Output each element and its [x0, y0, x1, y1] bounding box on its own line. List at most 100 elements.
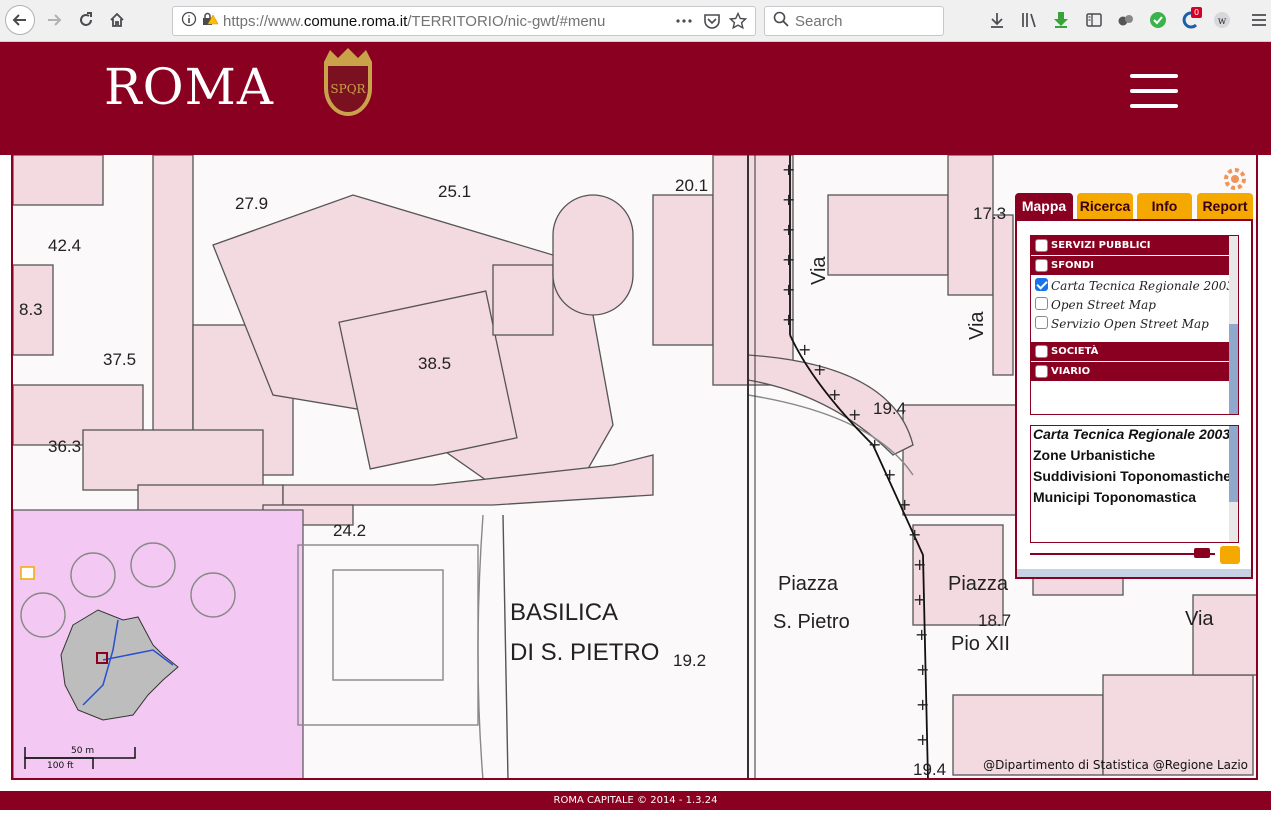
- layer-group-label: SFONDI: [1051, 260, 1094, 271]
- pocket-icon[interactable]: [703, 12, 721, 34]
- map-label-via-2: Via: [966, 311, 988, 340]
- map-label-via-1: Via: [808, 256, 830, 285]
- elevation-label: 36.3: [48, 437, 81, 456]
- svg-text:+: +: [908, 525, 921, 544]
- layer-group-viario[interactable]: VIARIO: [1031, 362, 1238, 381]
- layer-group-checkbox[interactable]: [1035, 259, 1048, 272]
- elevation-label: 42.4: [48, 236, 81, 255]
- svg-text:+: +: [782, 190, 795, 209]
- green-download-icon[interactable]: [1051, 10, 1071, 30]
- layer-checkbox-checked[interactable]: [1035, 278, 1048, 291]
- map-label-piazza-2: Piazza: [948, 573, 1009, 595]
- layer-item-label: Carta Tecnica Regionale 2003: [1051, 279, 1235, 293]
- active-layer-item[interactable]: Municipi Toponomastica: [1031, 489, 1238, 506]
- svg-text:+: +: [848, 405, 861, 424]
- elevation-label: 38.5: [418, 354, 451, 373]
- map-label-basilica-2: DI S. PIETRO: [510, 639, 659, 666]
- elevation-label: 19.2: [673, 651, 706, 670]
- elevation-label: 19.4: [913, 760, 946, 779]
- svg-text:+: +: [782, 280, 795, 299]
- layer-group-servizi-pubblici[interactable]: SERVIZI PUBBLICI: [1031, 236, 1238, 255]
- tab-info[interactable]: Info: [1137, 193, 1192, 219]
- bookmark-star-icon[interactable]: [728, 11, 748, 34]
- back-button[interactable]: [5, 5, 35, 35]
- url-text[interactable]: https://www.comune.roma.it/TERRITORIO/ni…: [223, 13, 605, 30]
- elevation-label: 24.2: [333, 521, 366, 540]
- library-icon[interactable]: [1019, 10, 1039, 30]
- menu-icon[interactable]: [1249, 10, 1269, 30]
- opacity-slider[interactable]: [1030, 548, 1215, 558]
- active-layer-item[interactable]: Zone Urbanistiche: [1031, 447, 1238, 464]
- wikipedia-icon[interactable]: w: [1212, 10, 1232, 30]
- layer-checkbox[interactable]: [1035, 297, 1048, 310]
- opacity-slider-knob[interactable]: [1194, 548, 1210, 558]
- layer-group-sfondi[interactable]: SFONDI: [1031, 256, 1238, 275]
- panel-action-icon[interactable]: [1220, 546, 1240, 564]
- svg-text:+: +: [828, 385, 841, 404]
- layer-group-societa[interactable]: SOCIETÀ: [1031, 342, 1238, 361]
- svg-text:+: +: [782, 160, 795, 179]
- page-actions-icon[interactable]: [675, 12, 693, 34]
- extension-circles-icon[interactable]: [1116, 10, 1136, 30]
- map-label-via-3: Via: [1185, 608, 1214, 630]
- home-button[interactable]: [103, 6, 131, 34]
- layer-control-panel: Mappa Ricerca Info Report SERVIZI PUBBLI…: [1015, 193, 1253, 579]
- roma-logo[interactable]: ROMA: [104, 58, 274, 116]
- url-prefix: https://www.: [223, 12, 304, 30]
- svg-text:+: +: [915, 625, 928, 644]
- elevation-label: 19.4: [873, 399, 906, 418]
- map-label-piazza-2b: Pio XII: [951, 633, 1010, 655]
- url-path: /TERRITORIO/nic-gwt/#menu: [407, 12, 606, 30]
- svg-text:+: +: [782, 220, 795, 239]
- site-menu-button[interactable]: [1130, 74, 1178, 108]
- green-check-icon[interactable]: [1148, 10, 1168, 30]
- layer-tree: SERVIZI PUBBLICI SFONDI Carta Tecnica Re…: [1030, 235, 1239, 415]
- layer-item-open-street-map[interactable]: Open Street Map: [1031, 297, 1238, 313]
- layer-group-checkbox[interactable]: [1035, 345, 1048, 358]
- notification-badge: 0: [1191, 7, 1203, 18]
- elevation-label: 27.9: [235, 194, 268, 213]
- map-viewport[interactable]: + + + + + + + + + + + + + + + + + + + + BASILICA D…: [11, 155, 1258, 780]
- layer-group-checkbox[interactable]: [1035, 365, 1048, 378]
- svg-text:w: w: [1218, 16, 1227, 27]
- active-layers-scrollbar[interactable]: [1229, 426, 1238, 542]
- svg-text:+: +: [913, 555, 926, 574]
- roma-crest-icon: SPQR: [320, 48, 376, 124]
- url-domain: comune.roma.it: [303, 12, 408, 30]
- layer-group-checkbox[interactable]: [1035, 239, 1048, 252]
- svg-text:+: +: [916, 730, 929, 749]
- search-icon: [773, 11, 789, 31]
- map-label-basilica-1: BASILICA: [510, 599, 618, 626]
- active-layer-item[interactable]: Suddivisioni Toponomastiche: [1031, 468, 1238, 485]
- tab-mappa[interactable]: Mappa: [1015, 193, 1073, 219]
- svg-text:+: +: [883, 465, 896, 484]
- search-bar[interactable]: Search: [764, 6, 944, 36]
- tab-report[interactable]: Report: [1197, 193, 1253, 219]
- crest-text: SPQR: [330, 82, 366, 96]
- sidebar-icon[interactable]: [1084, 10, 1104, 30]
- layer-checkbox[interactable]: [1035, 316, 1048, 329]
- download-icon[interactable]: [987, 10, 1007, 30]
- layer-item-carta-tecnica[interactable]: Carta Tecnica Regionale 2003: [1031, 278, 1238, 294]
- url-bar[interactable]: https://www.comune.roma.it/TERRITORIO/ni…: [172, 6, 756, 36]
- svg-text:+: +: [916, 695, 929, 714]
- svg-text:+: +: [813, 360, 826, 379]
- info-icon[interactable]: [181, 11, 197, 31]
- home-icon: [110, 12, 124, 27]
- tab-ricerca[interactable]: Ricerca: [1077, 193, 1133, 219]
- elevation-label: 18.7: [978, 611, 1011, 630]
- reload-button[interactable]: [72, 6, 100, 34]
- active-layer-item[interactable]: Carta Tecnica Regionale 2003: [1031, 426, 1238, 443]
- layer-item-servizio-osm[interactable]: Servizio Open Street Map: [1031, 316, 1238, 332]
- layer-tree-scrollbar[interactable]: [1229, 236, 1238, 414]
- panel-footer-bar: [1017, 569, 1251, 577]
- elevation-label: 8.3: [19, 300, 43, 319]
- insecure-lock-icon[interactable]: [201, 11, 219, 31]
- forward-button[interactable]: [40, 6, 68, 34]
- elevation-label: 17.3: [973, 204, 1006, 223]
- forward-arrow-icon: [48, 14, 62, 26]
- scale-label-bottom: 100 ft: [47, 761, 74, 771]
- map-side-marker: [20, 566, 35, 580]
- svg-text:+: +: [898, 495, 911, 514]
- browser-toolbar: https://www.comune.roma.it/TERRITORIO/ni…: [0, 0, 1271, 42]
